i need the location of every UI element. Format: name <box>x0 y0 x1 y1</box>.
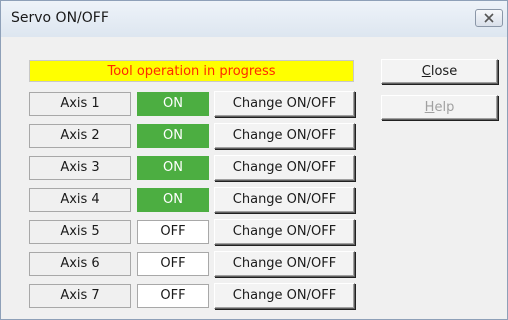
change-on-off-button[interactable]: Change ON/OFF <box>214 155 355 181</box>
axis-label: Axis 7 <box>29 284 131 308</box>
axis-state: OFF <box>137 252 209 276</box>
close-label-rest: lose <box>430 64 458 79</box>
axis-state: OFF <box>137 220 209 244</box>
help-button[interactable]: Help <box>381 95 498 120</box>
axis-label: Axis 1 <box>29 92 131 116</box>
axis-label: Axis 2 <box>29 124 131 148</box>
axis-state: ON <box>137 156 209 180</box>
close-x-icon <box>484 13 494 23</box>
title-bar: Servo ON/OFF <box>1 1 507 37</box>
close-access-key: C <box>421 64 431 79</box>
servo-dialog: Servo ON/OFF Tool operation in progress … <box>0 0 508 320</box>
axis-state: ON <box>137 92 209 116</box>
status-banner: Tool operation in progress <box>29 60 354 82</box>
close-button[interactable]: Close <box>381 59 498 84</box>
change-on-off-button[interactable]: Change ON/OFF <box>214 283 355 309</box>
help-access-key: H <box>424 100 435 115</box>
change-on-off-button[interactable]: Change ON/OFF <box>214 123 355 149</box>
axis-state: OFF <box>137 284 209 308</box>
axis-state: ON <box>137 124 209 148</box>
change-on-off-button[interactable]: Change ON/OFF <box>214 219 355 245</box>
axis-state: ON <box>137 188 209 212</box>
change-on-off-button[interactable]: Change ON/OFF <box>214 187 355 213</box>
window-close-button[interactable] <box>475 9 503 27</box>
window-title: Servo ON/OFF <box>11 10 109 26</box>
axis-label: Axis 6 <box>29 252 131 276</box>
axis-label: Axis 3 <box>29 156 131 180</box>
change-on-off-button[interactable]: Change ON/OFF <box>214 251 355 277</box>
axis-label: Axis 5 <box>29 220 131 244</box>
axis-label: Axis 4 <box>29 188 131 212</box>
help-label-rest: elp <box>434 100 455 115</box>
change-on-off-button[interactable]: Change ON/OFF <box>214 91 355 117</box>
dialog-client: Tool operation in progress Axis 1 ON Cha… <box>1 37 507 319</box>
